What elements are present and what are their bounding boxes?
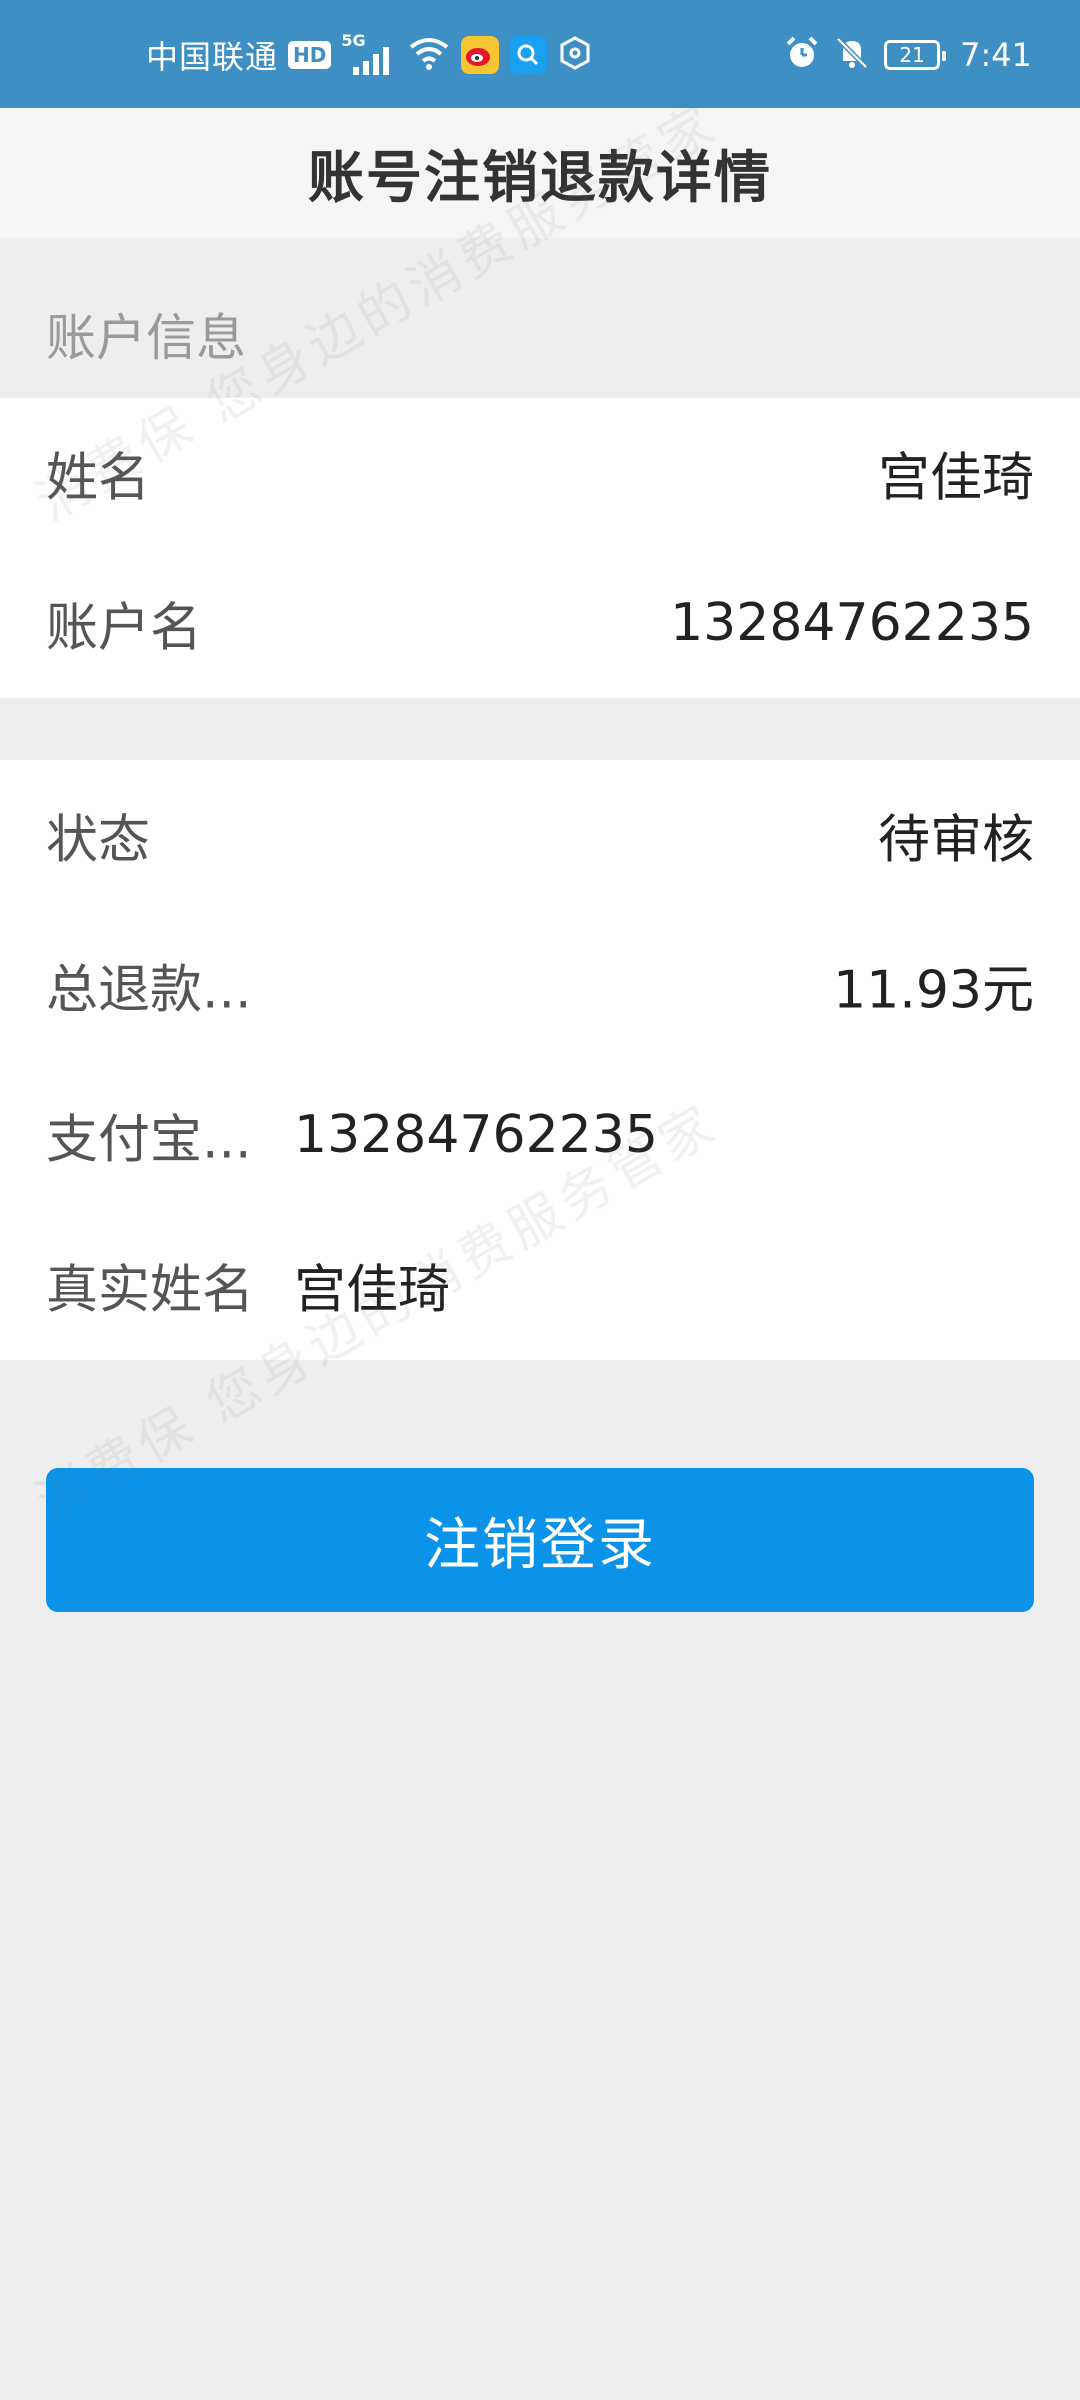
status-label: 状态 [46, 810, 151, 871]
alipay-label: 支付宝... [46, 1110, 252, 1171]
weibo-icon [461, 36, 500, 74]
alipay-value: 13284762235 [294, 1105, 658, 1165]
account-info-card: 姓名 宫佳琦 账户名 13284762235 [0, 398, 1080, 698]
carrier-name: 中国联通 [146, 38, 279, 76]
status-bar: 中国联通 HD 5G 21 7:41 [0, 0, 1080, 108]
info-row-alipay: 支付宝... 13284762235 [0, 1060, 1080, 1210]
total-refund-value: 11.93元 [833, 960, 1034, 1021]
signal-icon: 5G [341, 31, 397, 75]
title-bar: 账号注销退款详情 [0, 108, 1080, 238]
section-header: 账户信息 [0, 238, 1080, 398]
battery-level: 21 [899, 43, 925, 67]
total-refund-label: 总退款... [46, 960, 252, 1021]
real-name-label: 真实姓名 [46, 1260, 255, 1321]
battery-icon: 21 [884, 40, 947, 70]
info-row-total-refund: 总退款... 11.93元 [0, 910, 1080, 1060]
page-title: 账号注销退款详情 [308, 145, 772, 211]
info-row-status: 状态 待审核 [0, 760, 1080, 910]
status-bar-left: 中国联通 HD 5G [146, 30, 593, 80]
status-bar-right: 21 7:41 [784, 30, 1032, 80]
info-row-real-name: 真实姓名 宫佳琦 [0, 1210, 1080, 1360]
clock: 7:41 [960, 36, 1032, 74]
status-value: 待审核 [877, 810, 1034, 871]
alarm-icon [784, 35, 820, 75]
real-name-value: 宫佳琦 [294, 1260, 451, 1321]
wifi-icon [407, 35, 451, 75]
name-label: 姓名 [46, 448, 151, 509]
hexagon-app-icon [557, 35, 593, 75]
section-title-account-info: 账户信息 [46, 309, 246, 367]
refund-detail-card: 状态 待审核 总退款... 11.93元 支付宝... 13284762235 … [0, 760, 1080, 1360]
account-label: 账户名 [46, 598, 203, 659]
mute-bell-icon [834, 35, 870, 75]
name-value: 宫佳琦 [877, 448, 1034, 509]
account-value: 13284762235 [670, 593, 1034, 653]
logout-button[interactable]: 注销登录 [46, 1468, 1034, 1612]
hd-badge: HD [288, 41, 332, 69]
info-row-account: 账户名 13284762235 [0, 548, 1080, 698]
search-app-icon [509, 36, 548, 74]
info-row-name: 姓名 宫佳琦 [0, 398, 1080, 548]
